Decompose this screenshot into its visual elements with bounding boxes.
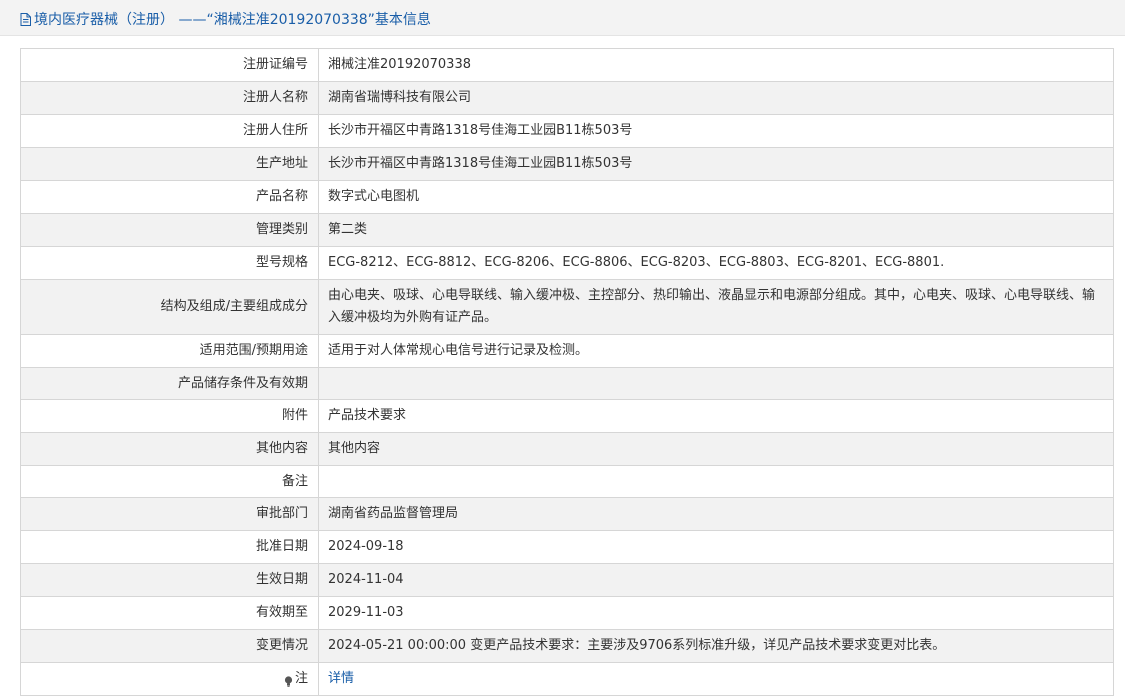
table-row: 变更情况 2024-05-21 00:00:00 变更产品技术要求：主要涉及97…: [21, 630, 1114, 663]
field-label: 产品储存条件及有效期: [21, 368, 319, 399]
table-row: 注册证编号 湘械注准20192070338: [21, 49, 1114, 82]
field-value: 产品技术要求: [319, 400, 1114, 432]
table-row: 有效期至 2029-11-03: [21, 597, 1114, 630]
table-row: 产品名称 数字式心电图机: [21, 181, 1114, 214]
field-label: 型号规格: [21, 247, 319, 279]
field-value: 2024-09-18: [319, 531, 1114, 563]
field-value: 第二类: [319, 214, 1114, 246]
field-value: 湖南省药品监督管理局: [319, 498, 1114, 530]
table-row: 生效日期 2024-11-04: [21, 564, 1114, 597]
table-row: 附件 产品技术要求: [21, 400, 1114, 433]
table-row: 产品储存条件及有效期: [21, 368, 1114, 400]
field-label: 注: [294, 671, 308, 686]
field-label: 注册证编号: [21, 49, 319, 81]
table-row: 生产地址 长沙市开福区中青路1318号佳海工业园B11栋503号: [21, 148, 1114, 181]
field-label: 备注: [21, 466, 319, 497]
page-title-text: 境内医疗器械（注册） ——“湘械注准20192070338”基本信息: [34, 12, 431, 28]
table-row: 批准日期 2024-09-18: [21, 531, 1114, 564]
field-label: 批准日期: [21, 531, 319, 563]
field-value: 详情: [319, 663, 1114, 695]
field-value: 长沙市开福区中青路1318号佳海工业园B11栋503号: [319, 148, 1114, 180]
field-value: 长沙市开福区中青路1318号佳海工业园B11栋503号: [319, 115, 1114, 147]
details-link[interactable]: 详情: [328, 668, 354, 690]
field-value: 2029-11-03: [319, 597, 1114, 629]
field-label: 其他内容: [21, 433, 319, 465]
field-label: 附件: [21, 400, 319, 432]
document-icon: [20, 12, 31, 26]
field-label: 适用范围/预期用途: [21, 335, 319, 367]
field-label: 产品名称: [21, 181, 319, 213]
info-table: 注册证编号 湘械注准20192070338 注册人名称 湖南省瑞博科技有限公司 …: [20, 48, 1114, 696]
field-value: 2024-11-04: [319, 564, 1114, 596]
table-row: 审批部门 湖南省药品监督管理局: [21, 498, 1114, 531]
field-label: 结构及组成/主要组成成分: [21, 280, 319, 334]
field-label: 注册人名称: [21, 82, 319, 114]
field-label: 注册人住所: [21, 115, 319, 147]
field-label: 审批部门: [21, 498, 319, 530]
field-value: [319, 368, 1114, 399]
field-value: 数字式心电图机: [319, 181, 1114, 213]
table-row: 结构及组成/主要组成成分 由心电夹、吸球、心电导联线、输入缓冲极、主控部分、热印…: [21, 280, 1114, 335]
table-row: 管理类别 第二类: [21, 214, 1114, 247]
table-row: 注册人住所 长沙市开福区中青路1318号佳海工业园B11栋503号: [21, 115, 1114, 148]
field-value: 湘械注准20192070338: [319, 49, 1114, 81]
field-value: [319, 466, 1114, 497]
table-row: 其他内容 其他内容: [21, 433, 1114, 466]
table-row: 注 详情: [21, 663, 1114, 696]
table-row: 适用范围/预期用途 适用于对人体常规心电信号进行记录及检测。: [21, 335, 1114, 368]
field-label: 有效期至: [21, 597, 319, 629]
page-title: 境内医疗器械（注册） ——“湘械注准20192070338”基本信息: [20, 9, 431, 29]
table-row: 型号规格 ECG-8212、ECG-8812、ECG-8206、ECG-8806…: [21, 247, 1114, 280]
field-label: 变更情况: [21, 630, 319, 662]
page-header: 境内医疗器械（注册） ——“湘械注准20192070338”基本信息: [0, 0, 1125, 36]
table-row: 备注: [21, 466, 1114, 498]
note-label-cell: 注: [21, 663, 319, 695]
field-value: 其他内容: [319, 433, 1114, 465]
field-value: ECG-8212、ECG-8812、ECG-8206、ECG-8806、ECG-…: [319, 247, 1114, 279]
field-value: 由心电夹、吸球、心电导联线、输入缓冲极、主控部分、热印输出、液晶显示和电源部分组…: [319, 280, 1114, 334]
table-row: 注册人名称 湖南省瑞博科技有限公司: [21, 82, 1114, 115]
field-value: 适用于对人体常规心电信号进行记录及检测。: [319, 335, 1114, 367]
field-value: 湖南省瑞博科技有限公司: [319, 82, 1114, 114]
field-label: 管理类别: [21, 214, 319, 246]
field-label: 生效日期: [21, 564, 319, 596]
lightbulb-icon: [284, 674, 293, 687]
note-label-group: 注: [284, 669, 308, 689]
field-label: 生产地址: [21, 148, 319, 180]
field-value: 2024-05-21 00:00:00 变更产品技术要求：主要涉及9706系列标…: [319, 630, 1114, 662]
